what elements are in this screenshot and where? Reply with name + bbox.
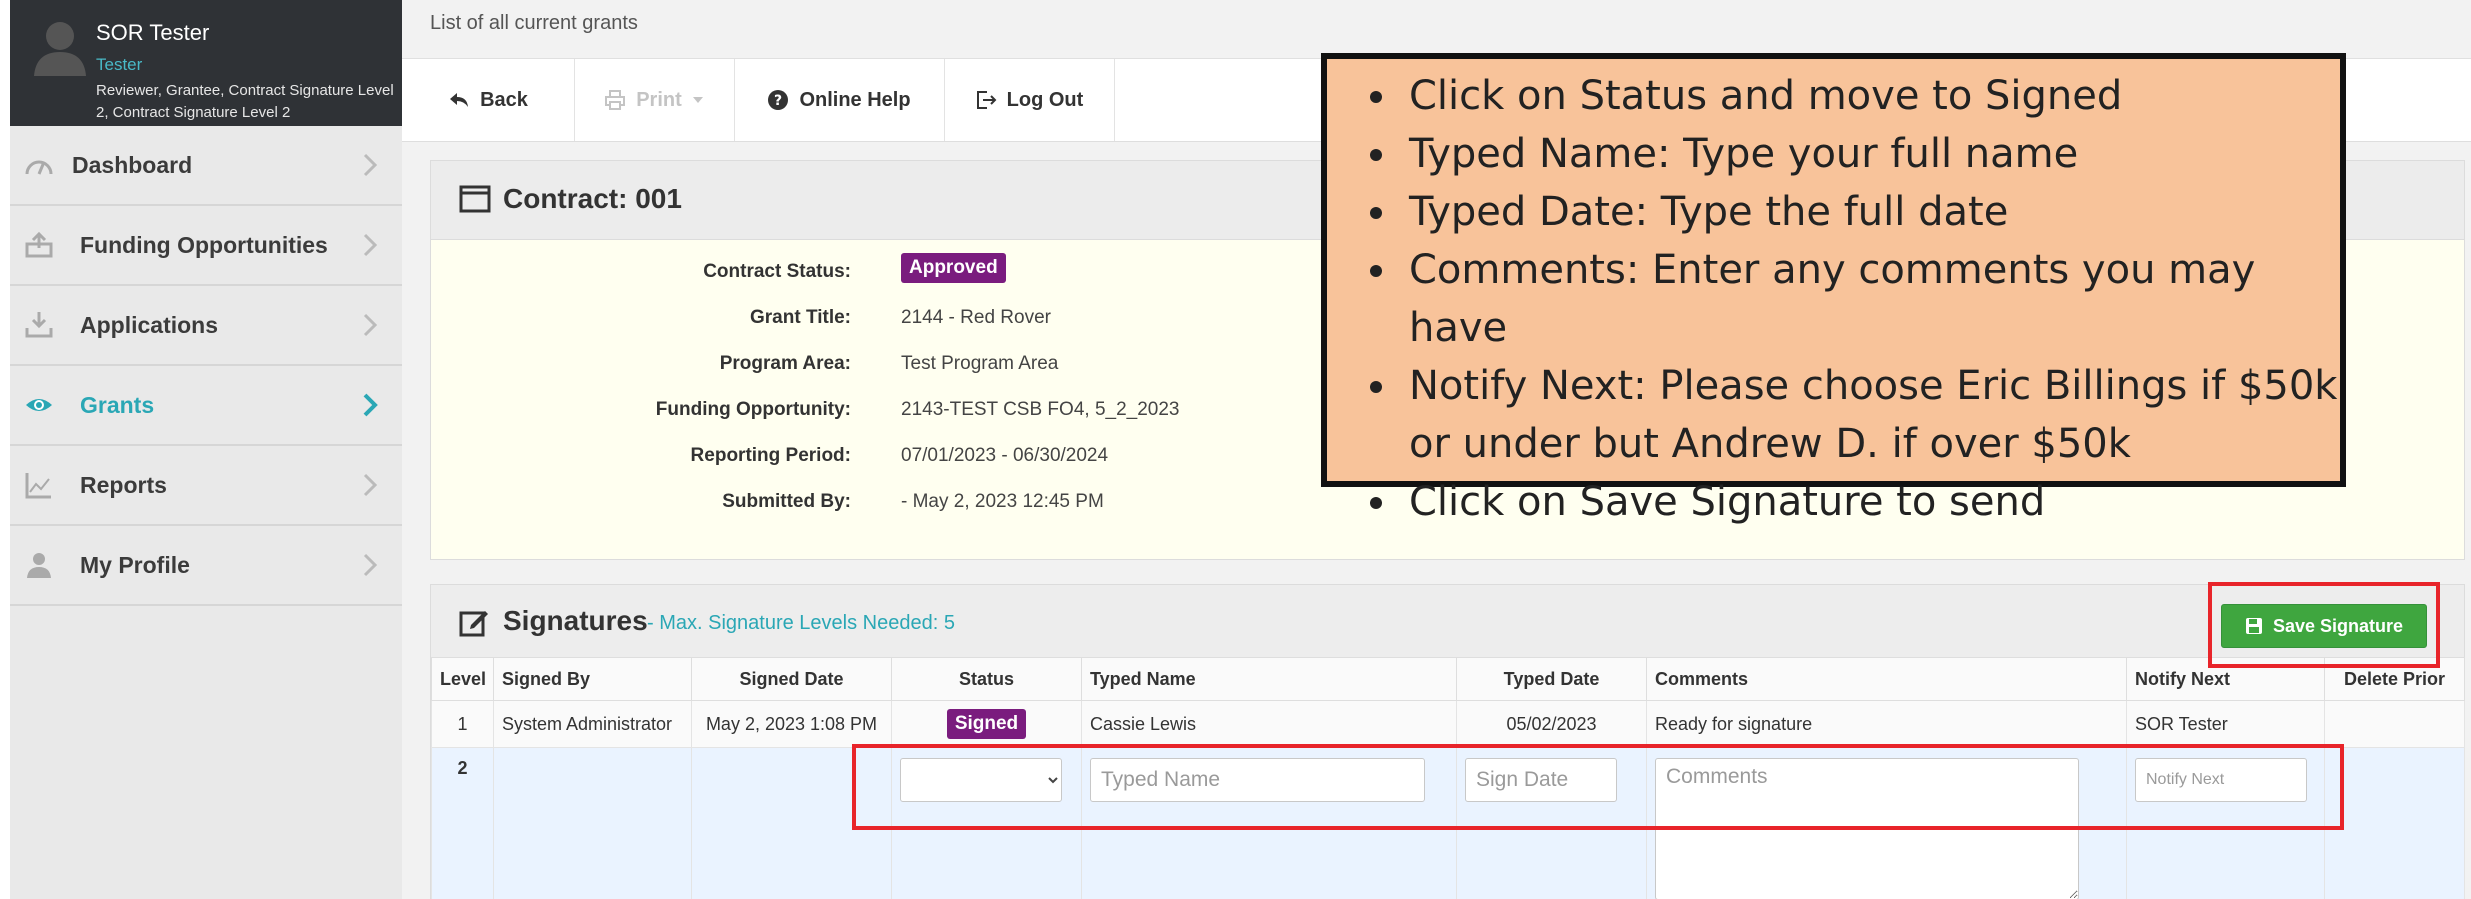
sidebar-item-grants[interactable]: Grants (10, 366, 402, 446)
reply-arrow-icon (450, 93, 469, 107)
signatures-panel: Signatures - Max. Signature Levels Neede… (430, 584, 2465, 899)
grant-title-value: 2144 - Red Rover (901, 307, 1051, 328)
funding-opportunity-value: 2143-TEST CSB FO4, 5_2_2023 (901, 399, 1180, 420)
online-help-button[interactable]: ? Online Help (734, 59, 945, 141)
dashboard-gauge-icon (25, 160, 53, 175)
reporting-period-label: Reporting Period: (690, 445, 851, 466)
cell-signed-date: May 2, 2023 1:08 PM (691, 700, 892, 748)
sidebar-item-label: Applications (80, 312, 219, 338)
caret-down-icon (692, 97, 703, 103)
instruction-item: Click on Status and move to Signed (1401, 67, 2340, 125)
column-header-status: Status (891, 657, 1082, 701)
printer-icon (605, 90, 626, 110)
sidebar-item-applications[interactable]: Applications (10, 286, 402, 366)
contract-title: Contract: 001 (503, 183, 682, 214)
table-row: 1 System Administrator May 2, 2023 1:08 … (431, 700, 2465, 748)
instruction-item: Typed Date: Type the full date (1401, 183, 2340, 241)
contract-status-value: Approved (901, 253, 1006, 283)
cell-signed-by: System Administrator (493, 700, 692, 748)
window-icon (459, 185, 491, 213)
funding-opportunity-label: Funding Opportunity: (655, 399, 851, 420)
annotation-highlight-save-button (2208, 582, 2440, 668)
signatures-subtitle: - Max. Signature Levels Needed: 5 (647, 612, 955, 634)
annotation-highlight-new-row (852, 744, 2344, 830)
sidebar-item-dashboard[interactable]: Dashboard (10, 126, 402, 206)
chevron-right-icon (363, 313, 378, 337)
instruction-list: Click on Status and move to Signed Typed… (1327, 59, 2340, 531)
cell-status: Signed (891, 700, 1082, 748)
user-permissions: Reviewer, Grantee, Contract Signature Le… (96, 82, 394, 121)
user-panel: SOR Tester Tester Reviewer, Grantee, Con… (10, 0, 402, 126)
sidebar-item-label: Funding Opportunities (80, 232, 328, 258)
sidebar-item-my-profile[interactable]: My Profile (10, 526, 402, 606)
signatures-header: Signatures - Max. Signature Levels Neede… (431, 585, 2464, 657)
submitted-by-label: Submitted By: (722, 491, 851, 512)
contract-status-label: Contract Status: (703, 261, 851, 282)
sidebar: SOR Tester Tester Reviewer, Grantee, Con… (10, 0, 402, 899)
sign-out-icon (976, 91, 997, 109)
back-button[interactable]: Back (402, 59, 575, 141)
chevron-right-icon (363, 233, 378, 257)
sidebar-item-label: Grants (80, 392, 155, 418)
column-header-signed-by: Signed By (493, 657, 692, 701)
user-icon (27, 553, 51, 578)
status-badge: Approved (901, 253, 1006, 283)
line-chart-icon (25, 473, 51, 499)
table-header-row: Level Signed By Signed Date Status Typed… (431, 657, 2465, 701)
question-circle-icon: ? (768, 90, 789, 110)
sidebar-item-label: Dashboard (72, 152, 193, 178)
instruction-item: Typed Name: Type your full name (1401, 125, 2340, 183)
sidebar-item-reports[interactable]: Reports (10, 446, 402, 526)
download-tray-icon (25, 312, 53, 338)
program-area-label: Program Area: (719, 353, 851, 374)
print-dropdown-button[interactable]: Print (574, 59, 735, 141)
svg-text:?: ? (774, 93, 782, 109)
eye-icon (26, 399, 52, 411)
user-name: SOR Tester (96, 20, 210, 45)
sidebar-item-label: Reports (80, 472, 167, 498)
column-header-level: Level (431, 657, 494, 701)
status-badge: Signed (946, 709, 1027, 739)
cell-typed-date: 05/02/2023 (1456, 700, 1647, 748)
column-header-typed-name: Typed Name (1081, 657, 1457, 701)
signatures-title: Signatures (503, 605, 648, 636)
cell-signed-by (493, 747, 692, 899)
instruction-item: Notify Next: Please choose Eric Billings… (1401, 357, 2340, 473)
edit-icon (459, 611, 488, 637)
column-header-typed-date: Typed Date (1456, 657, 1647, 701)
instruction-item: Click on Save Signature to send (1401, 473, 2340, 531)
program-area-value: Test Program Area (901, 353, 1059, 374)
log-out-button[interactable]: Log Out (944, 59, 1115, 141)
grant-title-label: Grant Title: (750, 307, 851, 328)
upload-tray-icon (25, 231, 53, 258)
chevron-right-icon (363, 393, 378, 417)
cell-typed-name: Cassie Lewis (1081, 700, 1457, 748)
instruction-callout: Click on Status and move to Signed Typed… (1321, 53, 2346, 525)
sidebar-item-label: My Profile (80, 552, 190, 578)
page-heading: List of all current grants (430, 12, 638, 34)
cell-level: 1 (431, 700, 494, 748)
chevron-right-icon (363, 473, 378, 497)
sidebar-item-funding-opportunities[interactable]: Funding Opportunities (10, 206, 402, 286)
cell-delete-prior (2324, 700, 2465, 748)
chevron-right-icon (363, 553, 378, 577)
submitted-by-value: - May 2, 2023 12:45 PM (901, 491, 1104, 512)
screen: SOR Tester Tester Reviewer, Grantee, Con… (0, 0, 2471, 899)
cell-notify-next: SOR Tester (2126, 700, 2325, 748)
cell-delete-prior (2324, 747, 2465, 899)
column-header-signed-date: Signed Date (691, 657, 892, 701)
reporting-period-value: 07/01/2023 - 06/30/2024 (901, 445, 1109, 466)
instruction-item: Comments: Enter any comments you may hav… (1401, 241, 2340, 357)
column-header-comments: Comments (1646, 657, 2127, 701)
cell-comments: Ready for signature (1646, 700, 2127, 748)
user-role: Tester (96, 55, 143, 74)
avatar (34, 22, 86, 76)
chevron-right-icon (363, 153, 378, 177)
cell-level: 2 (431, 747, 494, 899)
